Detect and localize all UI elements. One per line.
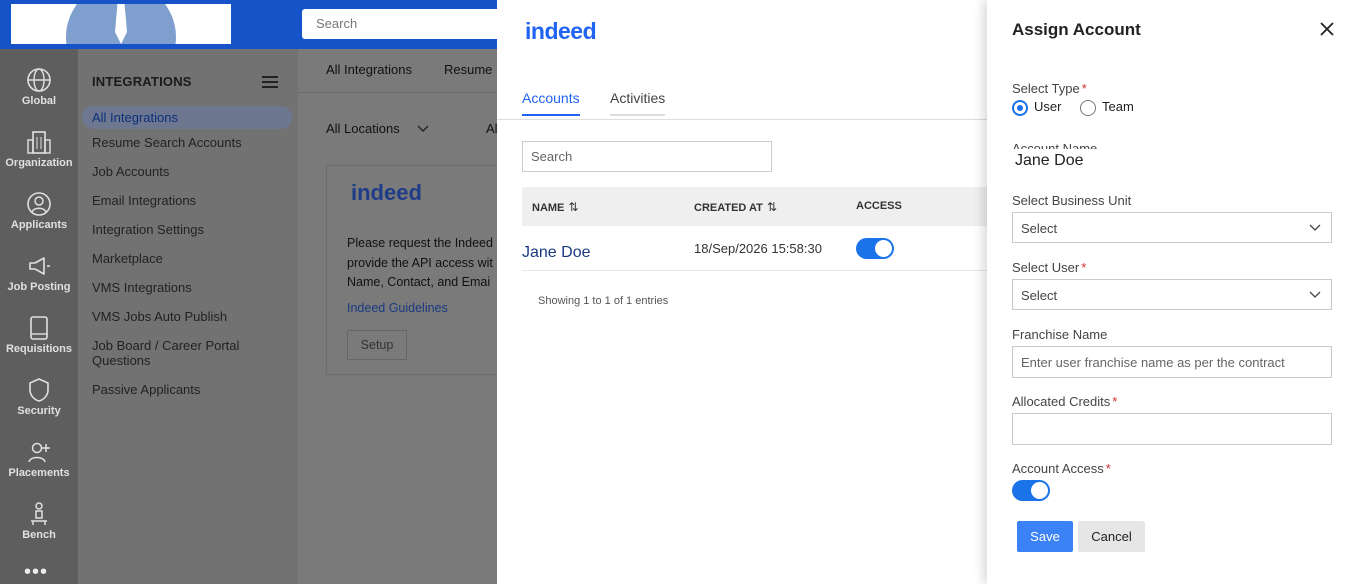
card-description: Please request the Indeed provide the AP…: [347, 236, 493, 289]
secondary-filter[interactable]: Al: [486, 121, 498, 136]
chevron-down-icon: [417, 125, 429, 132]
nav-rail: Global Organization Applicants Job Posti…: [0, 49, 78, 584]
shield-icon: [29, 378, 49, 402]
table-footer-info: Showing 1 to 1 of 1 entries: [538, 295, 669, 307]
tab-activities[interactable]: Activities: [610, 90, 666, 116]
menu-item-vms-integrations[interactable]: VMS Integrations: [92, 280, 282, 295]
account-access-toggle[interactable]: [1012, 480, 1050, 501]
tab-divider: [497, 119, 987, 120]
accounts-search-input[interactable]: Search: [522, 141, 772, 172]
allocated-credits-input[interactable]: [1012, 413, 1332, 445]
menu-item-job-board-questions[interactable]: Job Board / Career Portal Questions: [92, 338, 262, 368]
close-icon[interactable]: [1320, 18, 1334, 40]
main-content-overlay: All Integrations Resume S All Locations …: [298, 49, 516, 584]
rail-item-bench[interactable]: Bench: [0, 501, 78, 541]
franchise-name-input[interactable]: Enter user franchise name as per the con…: [1012, 346, 1332, 378]
account-access-label: Account Access *: [1012, 461, 1111, 476]
building-icon: [27, 131, 51, 154]
rail-label: Global: [21, 95, 57, 107]
location-filter-label: All Locations: [326, 121, 400, 136]
chevron-down-icon: [1309, 291, 1321, 298]
access-toggle[interactable]: [856, 238, 894, 259]
cancel-button[interactable]: Cancel: [1078, 521, 1145, 552]
radio-button-selected[interactable]: [1012, 99, 1028, 116]
menu-title: INTEGRATIONS: [92, 74, 192, 89]
indeed-accounts-panel: indeed Accounts Activities Search NAME ⇅ …: [497, 0, 987, 584]
indeed-logo: indeed: [525, 18, 597, 44]
chevron-down-icon: [1309, 224, 1321, 231]
allocated-credits-label: Allocated Credits *: [1012, 394, 1118, 409]
created-at-cell: 18/Sep/2026 15:58:30: [694, 241, 822, 256]
main-tabs: All Integrations Resume S: [298, 49, 505, 93]
account-name-value: Jane Doe: [1015, 152, 1084, 169]
setup-button[interactable]: Setup: [347, 330, 407, 360]
rail-item-global[interactable]: Global: [0, 67, 78, 107]
radio-user[interactable]: User: [1012, 99, 1061, 116]
menu-item-email-integrations[interactable]: Email Integrations: [92, 193, 282, 208]
hamburger-icon[interactable]: [262, 76, 278, 91]
indeed-integration-card: indeed Please request the Indeed provide…: [326, 165, 516, 375]
rail-label: Requisitions: [5, 343, 72, 355]
indeed-guidelines-link[interactable]: Indeed Guidelines: [347, 301, 448, 315]
franchise-name-label: Franchise Name: [1012, 327, 1108, 342]
indeed-logo: indeed: [351, 180, 422, 205]
save-button[interactable]: Save: [1017, 521, 1073, 552]
select-type-label: Select Type *: [1012, 81, 1087, 96]
column-header-name[interactable]: NAME ⇅: [532, 200, 578, 214]
globe-icon: [27, 68, 51, 92]
integrations-menu: INTEGRATIONS All Integrations Resume Sea…: [78, 49, 298, 584]
rail-label: Organization: [5, 157, 73, 169]
person-bench-icon: [31, 502, 47, 525]
rail-label: Security: [17, 405, 61, 417]
column-header-created-at[interactable]: CREATED AT ⇅: [694, 200, 777, 214]
user-circle-icon: [27, 192, 51, 216]
menu-item-resume-search-accounts[interactable]: Resume Search Accounts: [92, 135, 282, 150]
business-unit-select[interactable]: Select: [1012, 212, 1332, 243]
more-icon[interactable]: •••: [24, 561, 48, 584]
table-row: Jane Doe 18/Sep/2026 15:58:30: [522, 227, 987, 271]
rail-label: Applicants: [10, 219, 68, 231]
tab-all-integrations[interactable]: All Integrations: [326, 62, 412, 77]
account-name-link[interactable]: Jane Doe: [522, 244, 591, 262]
sort-icon[interactable]: ⇅: [568, 200, 578, 214]
rail-label: Bench: [22, 529, 56, 541]
megaphone-icon: [29, 257, 50, 275]
menu-item-vms-jobs-auto-publish[interactable]: VMS Jobs Auto Publish: [92, 309, 282, 324]
radio-team[interactable]: Team: [1080, 99, 1134, 116]
rail-item-requisitions[interactable]: Requisitions: [0, 315, 78, 355]
book-icon: [30, 316, 48, 340]
tab-resume-search[interactable]: Resume S: [444, 62, 505, 77]
menu-item-passive-applicants[interactable]: Passive Applicants: [92, 382, 282, 397]
drawer-title: Assign Account: [1012, 20, 1141, 39]
radio-button[interactable]: [1080, 99, 1096, 116]
rail-label: Job Posting: [7, 281, 71, 293]
rail-item-applicants[interactable]: Applicants: [0, 191, 78, 231]
rail-item-organization[interactable]: Organization: [0, 129, 78, 169]
user-select[interactable]: Select: [1012, 279, 1332, 310]
rail-item-job-posting[interactable]: Job Posting: [0, 253, 78, 293]
company-logo[interactable]: [11, 4, 231, 44]
menu-item-job-accounts[interactable]: Job Accounts: [92, 164, 282, 179]
rail-item-security[interactable]: Security: [0, 377, 78, 417]
table-header: NAME ⇅ CREATED AT ⇅ ACCESS: [522, 187, 987, 226]
tab-accounts[interactable]: Accounts: [522, 90, 580, 116]
menu-item-all-integrations[interactable]: All Integrations: [82, 106, 292, 129]
column-header-access: ACCESS: [856, 200, 902, 212]
business-unit-label: Select Business Unit: [1012, 193, 1132, 208]
user-plus-icon: [28, 442, 50, 463]
sort-icon[interactable]: ⇅: [767, 200, 777, 214]
location-filter[interactable]: All Locations: [326, 121, 429, 136]
menu-item-integration-settings[interactable]: Integration Settings: [92, 222, 282, 237]
account-name-label: Account Name: [1012, 141, 1098, 149]
menu-item-marketplace[interactable]: Marketplace: [92, 251, 282, 266]
rail-item-placements[interactable]: Placements: [0, 439, 78, 479]
rail-label: Placements: [8, 467, 70, 479]
select-user-label: Select User *: [1012, 260, 1087, 275]
assign-account-drawer: Assign Account Select Type * User Team Ac…: [987, 0, 1357, 584]
